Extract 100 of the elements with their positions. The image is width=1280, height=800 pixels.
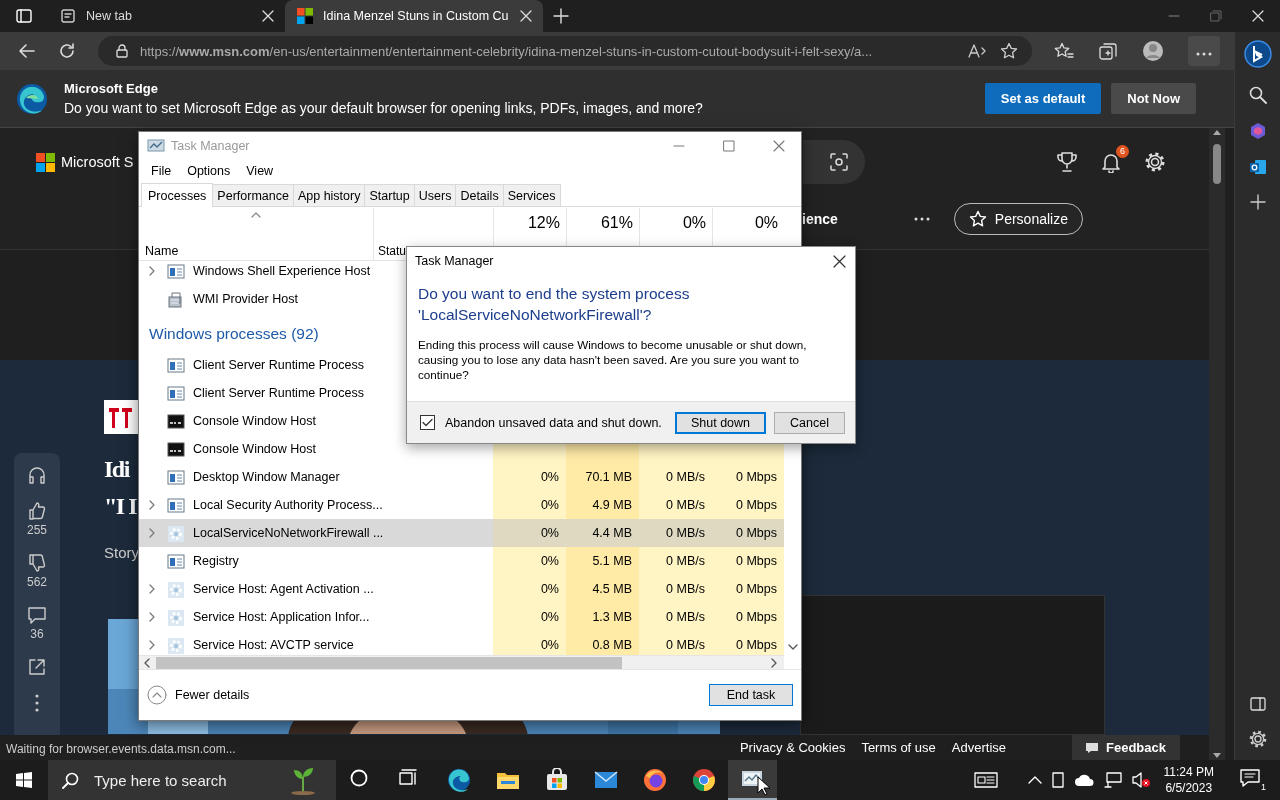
chevron-up-icon[interactable] bbox=[1027, 775, 1042, 785]
search-icon[interactable] bbox=[1248, 86, 1267, 104]
footer-link[interactable]: Privacy & Cookies bbox=[739, 740, 846, 755]
scroll-down-icon[interactable] bbox=[787, 644, 798, 651]
clock[interactable]: 11:24 PM 6/5/2023 bbox=[1163, 765, 1214, 795]
process-row[interactable]: Registry 0% 5.1 MB 0 MB/s 0 Mbps bbox=[139, 547, 784, 575]
tab[interactable]: Details bbox=[455, 184, 504, 206]
visual-search-icon[interactable] bbox=[829, 152, 849, 172]
chevron-right-icon[interactable] bbox=[147, 612, 157, 622]
new-tab-icon[interactable] bbox=[552, 8, 569, 24]
bing-icon[interactable] bbox=[1243, 40, 1272, 68]
network-icon[interactable] bbox=[1103, 772, 1122, 788]
fewer-details-button[interactable]: Fewer details bbox=[147, 685, 250, 705]
table-cell: 0 MB/s bbox=[639, 631, 712, 655]
bell-icon[interactable] bbox=[1100, 151, 1122, 173]
hexagon-app-icon[interactable] bbox=[1248, 122, 1267, 140]
search-input[interactable]: Type here to search bbox=[94, 771, 274, 789]
add-icon[interactable] bbox=[1249, 194, 1266, 210]
process-row[interactable]: Service Host: Application Infor... 0% 1.3 MB 0 MB/s 0 Mbps bbox=[139, 603, 784, 631]
browser-tab[interactable]: New tab bbox=[48, 0, 285, 32]
chevron-right-icon[interactable] bbox=[147, 528, 157, 538]
windows-start-icon[interactable] bbox=[16, 772, 32, 788]
gear-icon bbox=[167, 608, 185, 626]
search-bar[interactable] bbox=[803, 140, 865, 184]
maximize-icon[interactable] bbox=[723, 140, 735, 152]
sort-icon[interactable] bbox=[251, 212, 261, 218]
column-header[interactable]: Name bbox=[145, 244, 179, 258]
checkmark-icon bbox=[422, 418, 433, 427]
process-row[interactable]: LocalServiceNoNetworkFirewall ... 0% 4.4 MB 0 MB/s 0 Mbps bbox=[139, 519, 784, 547]
settings-icon[interactable] bbox=[1144, 151, 1166, 173]
process-row[interactable]: Service Host: Agent Activation ... 0% 4.5 MB 0 MB/s 0 Mbps bbox=[139, 575, 784, 603]
browser-tab[interactable]: Idina Menzel Stuns in Custom Cu bbox=[285, 0, 543, 32]
chevron-right-icon[interactable] bbox=[147, 640, 157, 650]
close-icon[interactable] bbox=[833, 254, 846, 268]
sidebar-panel-icon[interactable] bbox=[1249, 696, 1266, 712]
address-bar[interactable]: https://www.msn.com/en-us/entertainment/entertainment-celebrity/idina-menzel-stuns-in-custom-cutout-bodysuit-i-felt-sexy/a... bbox=[98, 36, 1032, 66]
cancel-button[interactable]: Cancel bbox=[774, 411, 845, 434]
trophy-icon[interactable] bbox=[1056, 151, 1078, 173]
read-aloud-icon[interactable] bbox=[968, 43, 988, 59]
scroll-left-icon[interactable] bbox=[143, 657, 150, 668]
footer-link[interactable]: Advertise bbox=[951, 740, 1006, 755]
feedback-button[interactable]: Feedback bbox=[1072, 735, 1180, 760]
usage-percent: 61% bbox=[600, 214, 633, 232]
scrollbar-thumb[interactable] bbox=[1213, 144, 1221, 184]
shut-down-button[interactable]: Shut down bbox=[675, 411, 766, 434]
footer-link[interactable]: Terms of use bbox=[861, 740, 936, 755]
scroll-right-icon[interactable] bbox=[771, 657, 778, 668]
tab[interactable]: Startup bbox=[364, 184, 415, 206]
collections-icon[interactable] bbox=[1098, 41, 1118, 61]
table-cell: 5.1 MB bbox=[566, 547, 639, 575]
back-icon[interactable] bbox=[18, 42, 36, 60]
window-app-icon bbox=[167, 496, 185, 514]
restore-icon[interactable] bbox=[1210, 10, 1222, 22]
checkbox[interactable] bbox=[420, 415, 435, 430]
end-task-button[interactable]: End task bbox=[709, 684, 793, 706]
headphones-icon[interactable] bbox=[27, 465, 47, 485]
personalize-button[interactable]: Personalize bbox=[953, 202, 1083, 235]
menu-item[interactable]: File bbox=[143, 164, 180, 178]
process-row[interactable]: Desktop Window Manager 0% 70.1 MB 0 MB/s 0 Mbps bbox=[139, 463, 784, 491]
tablet-icon[interactable] bbox=[1051, 772, 1064, 788]
speaker-muted-icon[interactable] bbox=[1131, 772, 1150, 788]
tab[interactable]: Performance bbox=[212, 184, 294, 206]
taskbar-button[interactable] bbox=[728, 760, 777, 800]
dialog-heading: Do you want to end the system process 'LocalServiceNoNetworkFirewall'? bbox=[418, 284, 691, 325]
refresh-icon[interactable] bbox=[58, 42, 76, 60]
chevron-right-icon[interactable] bbox=[147, 584, 157, 594]
tab-actions-icon[interactable] bbox=[16, 8, 32, 24]
tab[interactable]: App history bbox=[292, 184, 366, 206]
mail-app-icon[interactable] bbox=[1248, 158, 1267, 176]
thumbs-down-icon[interactable] bbox=[27, 553, 47, 573]
scrollbar[interactable] bbox=[1209, 128, 1225, 760]
thumbs-up-icon[interactable] bbox=[27, 501, 47, 521]
process-row[interactable]: Local Security Authority Process... 0% 4.9 MB 0 MB/s 0 Mbps bbox=[139, 491, 784, 519]
horizontal-scrollbar[interactable] bbox=[139, 655, 784, 669]
scrollbar-thumb[interactable] bbox=[156, 656, 622, 669]
star-icon[interactable] bbox=[1000, 42, 1018, 60]
table-cell: 0% bbox=[493, 603, 566, 631]
cloud-icon[interactable] bbox=[1073, 773, 1094, 787]
edge-logo-icon bbox=[16, 82, 48, 115]
settings-icon[interactable] bbox=[1248, 730, 1267, 748]
tab[interactable]: Services bbox=[502, 184, 561, 206]
more-icon[interactable] bbox=[913, 216, 930, 221]
share-icon[interactable] bbox=[27, 657, 47, 677]
sparkle-star-icon bbox=[968, 209, 987, 228]
profile-icon[interactable] bbox=[1142, 40, 1164, 62]
notification-button[interactable]: 1 bbox=[1240, 768, 1266, 792]
process-name: Registry bbox=[193, 554, 239, 568]
comment-icon[interactable] bbox=[27, 605, 47, 625]
search-field[interactable]: Type here to search bbox=[48, 760, 336, 800]
chevron-right-icon[interactable] bbox=[147, 500, 157, 510]
tab[interactable]: Processes bbox=[141, 183, 214, 207]
dismiss-button[interactable]: Not Now bbox=[1111, 83, 1196, 114]
set-default-button[interactable]: Set as default bbox=[984, 83, 1102, 114]
chevron-right-icon[interactable] bbox=[147, 266, 157, 276]
menu-item[interactable]: Options bbox=[179, 164, 239, 178]
favorites-icon[interactable] bbox=[1054, 42, 1074, 60]
tab[interactable]: Users bbox=[413, 184, 457, 206]
nav-link[interactable]: ience bbox=[802, 210, 838, 227]
menu-item[interactable]: View bbox=[238, 164, 282, 178]
news-icon[interactable] bbox=[973, 771, 998, 789]
